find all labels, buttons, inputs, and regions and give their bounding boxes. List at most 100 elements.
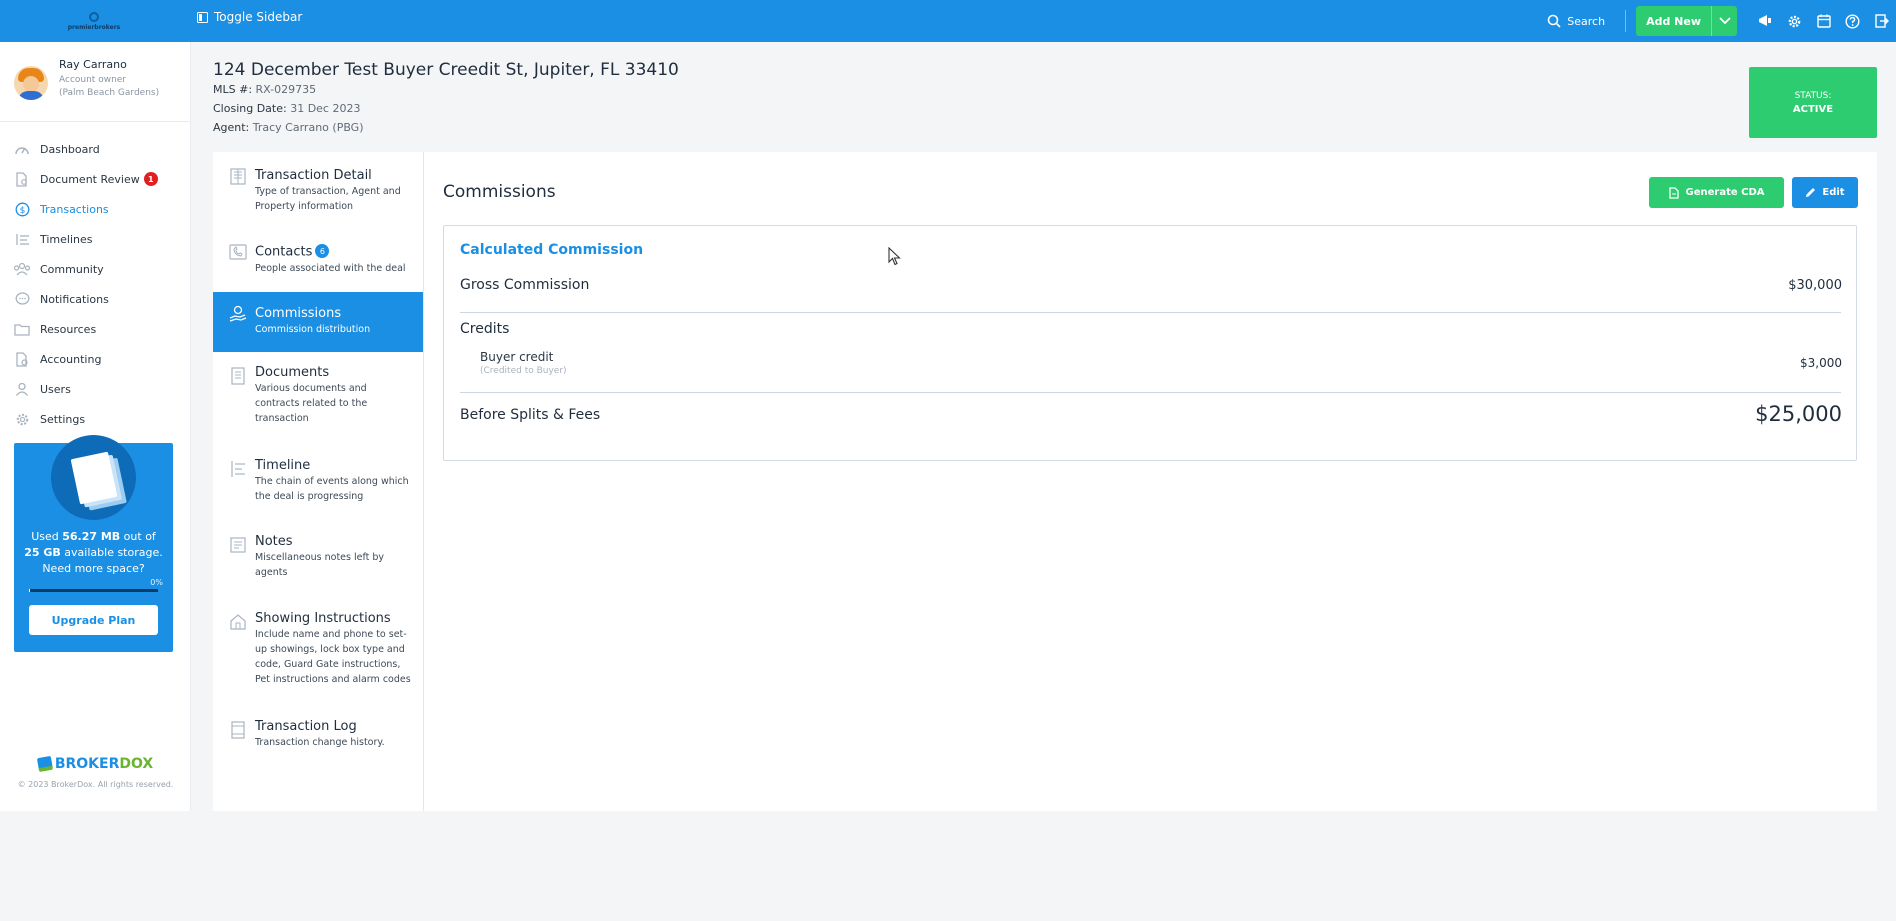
sidebar-item-label: Accounting <box>40 352 102 366</box>
upgrade-plan-button[interactable]: Upgrade Plan <box>29 605 158 635</box>
search-label: Search <box>1567 14 1606 28</box>
storage-percent: 0% <box>150 578 163 587</box>
sidebar-item-label: Transactions <box>40 202 109 216</box>
dashboard-icon <box>12 141 32 157</box>
timeline-icon <box>12 231 32 247</box>
sidebar-item-label: Timelines <box>40 232 93 246</box>
section-desc: Commission distribution <box>255 324 371 335</box>
section-title: Transaction Log <box>255 719 357 734</box>
sidebar-nav: Dashboard Document Review 1 $ Transactio… <box>12 134 182 434</box>
section-title: Timeline <box>255 458 311 473</box>
gear-icon[interactable] <box>1780 0 1809 42</box>
calendar-icon[interactable] <box>1809 0 1838 42</box>
section-desc: Type of transaction, Agent and Property … <box>255 186 401 212</box>
sidebar-item-settings[interactable]: Settings <box>12 404 182 434</box>
chat-icon <box>12 291 32 307</box>
section-contacts[interactable]: Contacts 6 People associated with the dea… <box>213 241 423 291</box>
sidebar-item-label: Dashboard <box>40 142 100 156</box>
timeline-icon <box>231 461 245 477</box>
log-icon <box>231 721 245 739</box>
document-review-icon <box>12 171 32 187</box>
section-title: Contacts 6 <box>255 244 411 260</box>
before-splits-value: $25,000 <box>1755 402 1842 426</box>
pencil-icon <box>1806 188 1816 197</box>
credits-label: Credits <box>460 321 510 337</box>
brokerdox-logo[interactable]: BROKER DOX <box>0 755 191 773</box>
divider <box>460 392 1841 393</box>
sidebar-item-label: Document Review <box>40 172 140 186</box>
avatar[interactable] <box>14 66 48 100</box>
status-value: ACTIVE <box>1792 103 1834 115</box>
document-icon <box>1668 186 1679 199</box>
section-title: Showing Instructions <box>255 611 391 626</box>
section-documents[interactable]: Documents Various documents and contract… <box>213 365 423 431</box>
sidebar-item-notifications[interactable]: Notifications <box>12 284 182 314</box>
svg-text:$: $ <box>19 206 25 216</box>
sidebar-item-community[interactable]: Community <box>12 254 182 284</box>
section-notes[interactable]: Notes Miscellaneous notes left by agents <box>213 534 423 584</box>
card-title: Calculated Commission <box>460 242 644 258</box>
user-name: Ray Carrano <box>59 58 127 71</box>
section-desc: Include name and phone to set-up showing… <box>255 629 411 685</box>
section-transaction-log[interactable]: Transaction Log Transaction change histo… <box>213 719 423 759</box>
status-badge: STATUS: ACTIVE <box>1749 67 1877 138</box>
sidebar: Ray Carrano Account owner (Palm Beach Ga… <box>0 42 191 811</box>
sidebar-item-accounting[interactable]: Accounting <box>12 344 182 374</box>
commission-card: Calculated Commission Gross Commission $… <box>443 225 1857 461</box>
sidebar-item-label: Community <box>40 262 104 276</box>
company-logo[interactable]: premierbrokers <box>62 8 126 34</box>
buyer-credit-label: Buyer credit <box>480 350 554 364</box>
section-heading: Commissions <box>443 182 556 202</box>
notification-badge: 1 <box>143 172 158 186</box>
sidebar-item-dashboard[interactable]: Dashboard <box>12 134 182 164</box>
sidebar-item-document-review[interactable]: Document Review 1 <box>12 164 182 194</box>
phone-icon <box>229 244 247 260</box>
section-desc: Various documents and contracts related … <box>255 383 368 424</box>
agent: Agent: Tracy Carrano (PBG) <box>213 121 364 134</box>
section-commissions[interactable]: Commissions Commission distribution <box>213 292 423 352</box>
closing-date: Closing Date: 31 Dec 2023 <box>213 102 361 115</box>
user-profile[interactable]: Ray Carrano Account owner (Palm Beach Ga… <box>14 56 159 100</box>
sidebar-item-label: Resources <box>40 322 97 336</box>
logo-mark-icon <box>89 11 99 22</box>
before-splits-label: Before Splits & Fees <box>460 407 601 423</box>
section-title: Documents <box>255 365 330 380</box>
resources-icon <box>12 321 32 337</box>
storage-text: Used 56.27 MB out of 25 GB available sto… <box>24 530 163 575</box>
search-button[interactable]: Search <box>1547 14 1605 28</box>
user-role: Account owner <box>59 75 127 85</box>
section-desc: Miscellaneous notes left by agents <box>255 552 385 578</box>
help-icon[interactable] <box>1838 0 1867 42</box>
section-timeline[interactable]: Timeline The chain of events along which… <box>213 458 423 508</box>
megaphone-icon[interactable] <box>1751 0 1780 42</box>
community-icon <box>12 261 32 277</box>
edit-button[interactable]: Edit <box>1792 177 1858 208</box>
sidebar-item-transactions[interactable]: $ Transactions <box>12 194 182 224</box>
divider <box>460 312 1841 313</box>
user-icon <box>12 381 32 397</box>
chevron-down-icon[interactable] <box>1711 6 1737 36</box>
notes-icon <box>230 537 246 553</box>
logout-icon[interactable] <box>1867 0 1896 42</box>
section-desc: Transaction change history. <box>255 737 385 748</box>
buyer-credit-note: (Credited to Buyer) <box>480 366 567 376</box>
add-new-button[interactable]: Add New <box>1636 6 1737 36</box>
generate-cda-button[interactable]: Generate CDA <box>1649 177 1784 208</box>
top-divider <box>1625 10 1627 32</box>
toggle-sidebar-button[interactable]: Toggle Sidebar <box>197 10 302 24</box>
sidebar-item-resources[interactable]: Resources <box>12 314 182 344</box>
sidebar-item-users[interactable]: Users <box>12 374 182 404</box>
section-desc: The chain of events along which the deal… <box>255 476 409 502</box>
storage-progress-bar <box>29 589 158 592</box>
sidebar-item-timelines[interactable]: Timelines <box>12 224 182 254</box>
transaction-panel: Transaction Detail Type of transaction, … <box>213 152 1877 811</box>
section-transaction-detail[interactable]: Transaction Detail Type of transaction, … <box>213 165 423 227</box>
copyright: © 2023 BrokerDox. All rights reserved. <box>17 780 174 789</box>
generate-cda-label: Generate CDA <box>1685 187 1765 198</box>
storage-documents-icon <box>51 435 136 520</box>
section-showing-instructions[interactable]: Showing Instructions Include name and ph… <box>213 611 423 691</box>
search-icon <box>1547 14 1561 28</box>
building-icon <box>230 168 246 185</box>
transaction-header: 124 December Test Buyer Creedit St, Jupi… <box>213 60 679 134</box>
document-icon <box>231 367 245 385</box>
